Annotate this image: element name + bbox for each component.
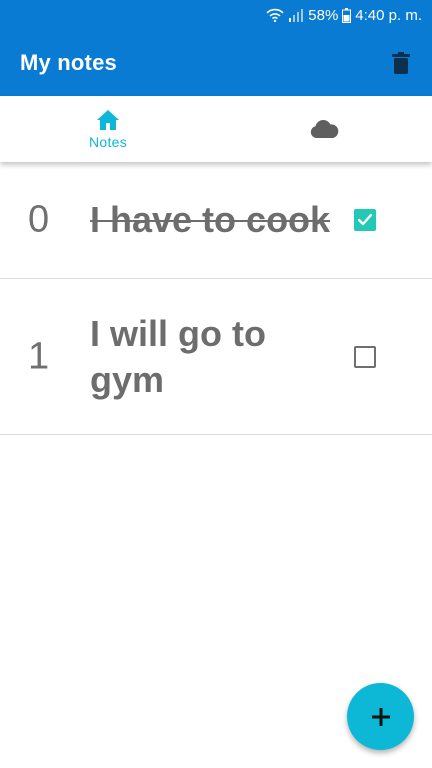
wifi-icon (266, 8, 284, 22)
tab-bar: Notes (0, 96, 432, 162)
note-text: I will go to gym (90, 312, 266, 400)
check-icon (357, 213, 373, 226)
app-bar: My notes (0, 30, 432, 96)
signal-icon (288, 8, 304, 22)
note-checkbox[interactable] (354, 345, 376, 368)
tab-notes[interactable]: Notes (0, 96, 216, 162)
list-item[interactable]: 0 I have to cook (0, 162, 432, 279)
trash-icon (392, 52, 410, 74)
note-index: 0 (28, 198, 50, 241)
tab-cloud[interactable] (216, 96, 432, 162)
note-index: 1 (28, 335, 50, 377)
notes-list: 0 I have to cook 1 I will go to gym (0, 162, 432, 435)
delete-button[interactable] (388, 49, 414, 77)
add-note-button[interactable] (347, 683, 414, 750)
app-title: My notes (20, 50, 117, 75)
plus-icon (371, 707, 390, 726)
tab-notes-label: Notes (88, 133, 128, 150)
status-bar: 58% 4:40 p. m. (0, 0, 432, 30)
list-item[interactable]: 1 I will go to gym (0, 279, 432, 435)
status-time: 4:40 p. m. (355, 6, 422, 24)
cloud-icon (310, 119, 339, 138)
battery-icon (342, 7, 352, 23)
battery-percent: 58% (308, 6, 339, 24)
note-text: I have to cook (90, 199, 331, 240)
home-icon (97, 109, 119, 130)
note-checkbox[interactable] (354, 209, 376, 231)
